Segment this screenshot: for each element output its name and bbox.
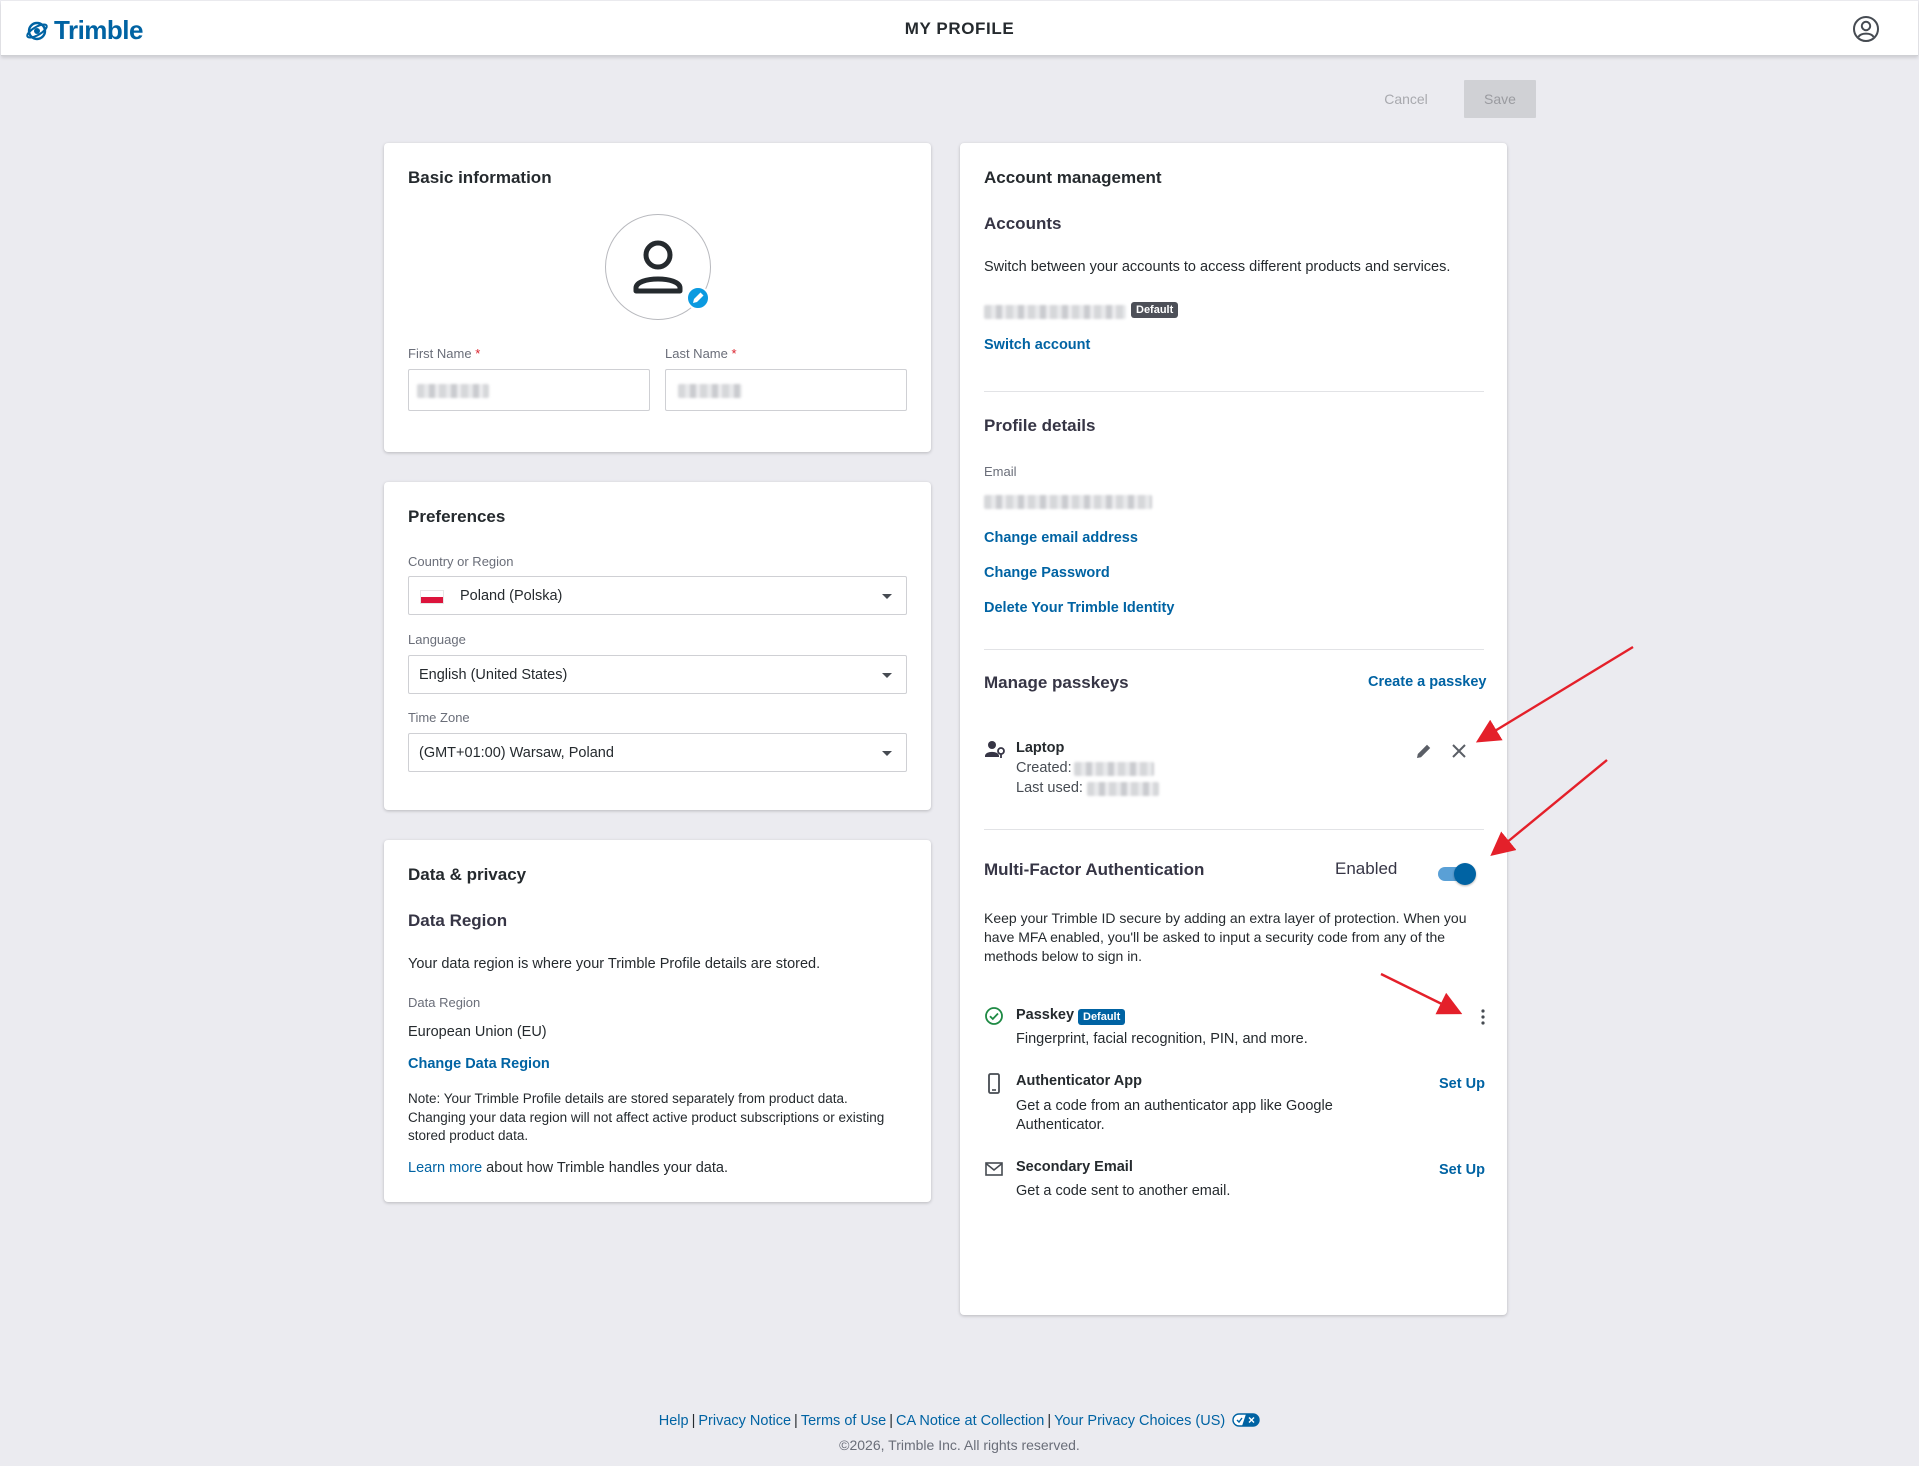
delete-identity-link[interactable]: Delete Your Trimble Identity (984, 600, 1174, 616)
learn-more-text: Learn more about how Trimble handles you… (408, 1160, 728, 1176)
redacted-first-name (417, 384, 489, 398)
method-secondary-email-description: Get a code sent to another email. (1016, 1183, 1231, 1199)
footer-links: Help | Privacy Notice | Terms of Use | CA Noti… (0, 1413, 1919, 1429)
save-button[interactable]: Save (1464, 80, 1536, 118)
change-email-link[interactable]: Change email address (984, 530, 1138, 546)
last-name-field[interactable] (665, 369, 907, 411)
last-used-label: Last used: (1016, 780, 1083, 796)
redacted-last-name (678, 384, 742, 398)
timezone-select[interactable]: (GMT+01:00) Warsaw, Poland (408, 733, 907, 772)
pencil-icon (693, 292, 704, 303)
create-passkey-link[interactable]: Create a passkey (1368, 674, 1487, 690)
data-privacy-title: Data & privacy (408, 865, 527, 884)
manage-passkeys-heading: Manage passkeys (984, 673, 1129, 692)
cancel-button[interactable]: Cancel (1370, 80, 1442, 118)
divider (984, 829, 1484, 830)
footer-privacy-choices-link[interactable]: Your Privacy Choices (US) (1054, 1413, 1225, 1429)
chevron-down-icon (882, 594, 892, 599)
preferences-title: Preferences (408, 507, 506, 526)
passkey-name: Laptop (1016, 740, 1065, 756)
edit-icon[interactable] (1414, 741, 1434, 761)
created-label: Created: (1016, 760, 1072, 776)
more-vertical-icon[interactable] (1473, 1007, 1493, 1027)
basic-information-title: Basic information (408, 168, 552, 187)
redacted-account-name (984, 305, 1126, 319)
footer-terms-link[interactable]: Terms of Use (801, 1413, 886, 1429)
data-region-heading: Data Region (408, 911, 508, 930)
method-authenticator-name: Authenticator App (1016, 1073, 1142, 1089)
data-region-label: Data Region (408, 995, 481, 1010)
account-circle-icon[interactable] (1852, 15, 1880, 43)
timezone-label: Time Zone (408, 710, 470, 725)
mfa-toggle[interactable] (1436, 861, 1476, 885)
language-select[interactable]: English (United States) (408, 655, 907, 694)
footer-privacy-notice-link[interactable]: Privacy Notice (698, 1413, 791, 1429)
check-circle-icon (985, 1007, 1003, 1025)
person-key-icon (985, 741, 1005, 758)
redacted-last-used-date (1087, 782, 1159, 796)
basic-information-card: Basic information First Name * Last Name… (384, 143, 931, 452)
top-bar: Trimble MY PROFILE (1, 1, 1918, 56)
accounts-heading: Accounts (984, 214, 1062, 233)
chevron-down-icon (882, 673, 892, 678)
country-select[interactable]: Poland (Polska) (408, 576, 907, 615)
avatar[interactable] (605, 214, 711, 320)
data-region-description: Your data region is where your Trimble P… (408, 956, 821, 972)
change-data-region-link[interactable]: Change Data Region (408, 1056, 550, 1072)
edit-avatar-button[interactable] (686, 286, 710, 310)
method-passkey-name: Passkey (1016, 1007, 1075, 1023)
first-name-field[interactable] (408, 369, 650, 411)
method-passkey-default-badge: Default (1078, 1009, 1126, 1025)
account-management-title: Account management (984, 168, 1162, 187)
toggle-thumb (1454, 863, 1476, 885)
divider (984, 391, 1484, 392)
secondary-email-setup-link[interactable]: Set Up (1439, 1162, 1485, 1178)
arrow-to-mfa-toggle (1490, 759, 1608, 857)
page-title: MY PROFILE (904, 19, 1015, 38)
method-passkey-description: Fingerprint, facial recognition, PIN, an… (1016, 1031, 1308, 1047)
method-authenticator-description: Get a code from an authenticator app lik… (1016, 1098, 1333, 1133)
data-privacy-card: Data & privacy Data Region Your data reg… (384, 840, 931, 1202)
mobile-phone-icon (988, 1073, 1000, 1094)
footer-help-link[interactable]: Help (659, 1413, 689, 1429)
accounts-description: Switch between your accounts to access d… (984, 259, 1451, 275)
chevron-down-icon (882, 751, 892, 756)
poland-flag-icon (420, 590, 444, 604)
mfa-description: Keep your Trimble ID secure by adding an… (984, 910, 1467, 964)
authenticator-setup-link[interactable]: Set Up (1439, 1076, 1485, 1092)
switch-account-link[interactable]: Switch account (984, 337, 1090, 353)
data-region-note: Note: Your Trimble Profile details are s… (408, 1091, 885, 1143)
redacted-created-date (1074, 762, 1154, 776)
language-label: Language (408, 632, 466, 647)
last-name-label: Last Name * (665, 346, 737, 361)
preferences-card: Preferences Country or Region Poland (Po… (384, 482, 931, 810)
data-region-value: European Union (EU) (408, 1024, 547, 1040)
change-password-link[interactable]: Change Password (984, 565, 1110, 581)
divider (984, 649, 1484, 650)
envelope-icon (985, 1162, 1003, 1176)
default-badge: Default (1131, 302, 1179, 318)
account-management-card: Account management Accounts Switch betwe… (960, 143, 1507, 1315)
learn-more-link[interactable]: Learn more (408, 1160, 482, 1176)
profile-details-heading: Profile details (984, 416, 1096, 435)
footer-ca-notice-link[interactable]: CA Notice at Collection (896, 1413, 1044, 1429)
close-icon[interactable] (1450, 742, 1468, 760)
copyright: ©2026, Trimble Inc. All rights reserved. (839, 1437, 1080, 1453)
privacy-choices-icon[interactable] (1232, 1413, 1260, 1427)
mfa-status: Enabled (1335, 859, 1398, 878)
mfa-heading: Multi-Factor Authentication (984, 860, 1205, 879)
email-label: Email (984, 464, 1017, 479)
redacted-email (984, 495, 1152, 509)
first-name-label: First Name * (408, 346, 481, 361)
method-secondary-email-name: Secondary Email (1016, 1159, 1133, 1175)
country-label: Country or Region (408, 554, 514, 569)
